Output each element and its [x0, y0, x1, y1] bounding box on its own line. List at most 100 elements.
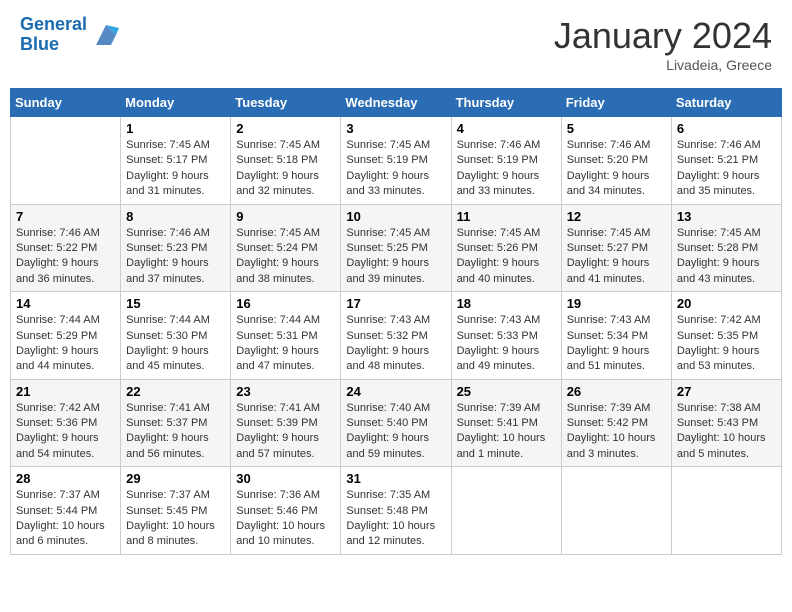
day-content: Sunrise: 7:45 AMSunset: 5:18 PMDaylight:…: [236, 138, 335, 200]
day-content: Sunrise: 7:45 AMSunset: 5:24 PMDaylight:…: [236, 226, 335, 288]
day-cell: 28Sunrise: 7:37 AMSunset: 5:44 PMDayligh…: [11, 467, 121, 555]
day-content: Sunrise: 7:42 AMSunset: 5:36 PMDaylight:…: [16, 401, 115, 463]
day-number: 1: [126, 121, 225, 136]
day-content: Sunrise: 7:46 AMSunset: 5:20 PMDaylight:…: [567, 138, 666, 200]
day-content: Sunrise: 7:45 AMSunset: 5:28 PMDaylight:…: [677, 226, 776, 288]
day-cell: [11, 117, 121, 205]
day-cell: 8 Sunrise: 7:46 AMSunset: 5:23 PMDaylight…: [121, 204, 231, 292]
day-cell: 24Sunrise: 7:40 AMSunset: 5:40 PMDayligh…: [341, 379, 451, 467]
day-number: 8: [126, 209, 225, 224]
day-content: Sunrise: 7:37 AMSunset: 5:45 PMDaylight:…: [126, 488, 225, 550]
title-block: January 2024 Livadeia, Greece: [554, 15, 772, 73]
day-number: 11: [457, 209, 556, 224]
day-content: Sunrise: 7:46 AMSunset: 5:21 PMDaylight:…: [677, 138, 776, 200]
day-cell: 4Sunrise: 7:46 AMSunset: 5:19 PMDaylight…: [451, 117, 561, 205]
day-content: Sunrise: 7:41 AMSunset: 5:39 PMDaylight:…: [236, 401, 335, 463]
header-monday: Monday: [121, 89, 231, 117]
day-content: Sunrise: 7:45 AMSunset: 5:26 PMDaylight:…: [457, 226, 556, 288]
day-cell: 1Sunrise: 7:45 AMSunset: 5:17 PMDaylight…: [121, 117, 231, 205]
day-cell: 17Sunrise: 7:43 AMSunset: 5:32 PMDayligh…: [341, 292, 451, 380]
header-thursday: Thursday: [451, 89, 561, 117]
day-content: Sunrise: 7:38 AMSunset: 5:43 PMDaylight:…: [677, 401, 776, 463]
day-number: 13: [677, 209, 776, 224]
day-number: 20: [677, 296, 776, 311]
day-number: 5: [567, 121, 666, 136]
day-number: 29: [126, 471, 225, 486]
day-cell: 20 Sunrise: 7:42 AMSunset: 5:35 PMDayligh…: [671, 292, 781, 380]
header-row: SundayMondayTuesdayWednesdayThursdayFrid…: [11, 89, 782, 117]
day-content: Sunrise: 7:36 AMSunset: 5:46 PMDaylight:…: [236, 488, 335, 550]
day-cell: 6 Sunrise: 7:46 AMSunset: 5:21 PMDaylight…: [671, 117, 781, 205]
day-cell: 12 Sunrise: 7:45 AMSunset: 5:27 PMDayligh…: [561, 204, 671, 292]
day-number: 14: [16, 296, 115, 311]
day-cell: 14 Sunrise: 7:44 AMSunset: 5:29 PMDayligh…: [11, 292, 121, 380]
day-content: Sunrise: 7:35 AMSunset: 5:48 PMDaylight:…: [346, 488, 445, 550]
day-cell: 7Sunrise: 7:46 AMSunset: 5:22 PMDaylight…: [11, 204, 121, 292]
day-cell: [451, 467, 561, 555]
day-content: Sunrise: 7:41 AMSunset: 5:37 PMDaylight:…: [126, 401, 225, 463]
week-row-5: 28Sunrise: 7:37 AMSunset: 5:44 PMDayligh…: [11, 467, 782, 555]
day-number: 26: [567, 384, 666, 399]
day-cell: 27 Sunrise: 7:38 AMSunset: 5:43 PMDayligh…: [671, 379, 781, 467]
day-number: 19: [567, 296, 666, 311]
day-number: 22: [126, 384, 225, 399]
day-number: 27: [677, 384, 776, 399]
day-cell: 30Sunrise: 7:36 AMSunset: 5:46 PMDayligh…: [231, 467, 341, 555]
day-content: Sunrise: 7:44 AMSunset: 5:29 PMDaylight:…: [16, 313, 115, 375]
header-sunday: Sunday: [11, 89, 121, 117]
day-cell: 18Sunrise: 7:43 AMSunset: 5:33 PMDayligh…: [451, 292, 561, 380]
day-cell: 9 Sunrise: 7:45 AMSunset: 5:24 PMDaylight…: [231, 204, 341, 292]
day-cell: 13 Sunrise: 7:45 AMSunset: 5:28 PMDayligh…: [671, 204, 781, 292]
day-cell: 3 Sunrise: 7:45 AMSunset: 5:19 PMDaylight…: [341, 117, 451, 205]
day-cell: 5 Sunrise: 7:46 AMSunset: 5:20 PMDaylight…: [561, 117, 671, 205]
day-content: Sunrise: 7:46 AMSunset: 5:23 PMDaylight:…: [126, 226, 225, 288]
day-content: Sunrise: 7:39 AMSunset: 5:41 PMDaylight:…: [457, 401, 556, 463]
day-content: Sunrise: 7:45 AMSunset: 5:27 PMDaylight:…: [567, 226, 666, 288]
day-number: 21: [16, 384, 115, 399]
day-number: 28: [16, 471, 115, 486]
day-number: 2: [236, 121, 335, 136]
day-cell: 22 Sunrise: 7:41 AMSunset: 5:37 PMDayligh…: [121, 379, 231, 467]
day-number: 10: [346, 209, 445, 224]
day-content: Sunrise: 7:43 AMSunset: 5:32 PMDaylight:…: [346, 313, 445, 375]
logo-general: General: [20, 14, 87, 34]
day-cell: 21 Sunrise: 7:42 AMSunset: 5:36 PMDayligh…: [11, 379, 121, 467]
logo-text: General Blue: [20, 15, 87, 55]
day-cell: 11 Sunrise: 7:45 AMSunset: 5:26 PMDayligh…: [451, 204, 561, 292]
day-number: 6: [677, 121, 776, 136]
week-row-2: 7Sunrise: 7:46 AMSunset: 5:22 PMDaylight…: [11, 204, 782, 292]
page-header: General Blue January 2024 Livadeia, Gree…: [10, 10, 782, 78]
day-cell: 19Sunrise: 7:43 AMSunset: 5:34 PMDayligh…: [561, 292, 671, 380]
day-cell: 2 Sunrise: 7:45 AMSunset: 5:18 PMDaylight…: [231, 117, 341, 205]
day-cell: 23 Sunrise: 7:41 AMSunset: 5:39 PMDayligh…: [231, 379, 341, 467]
day-content: Sunrise: 7:39 AMSunset: 5:42 PMDaylight:…: [567, 401, 666, 463]
month-title: January 2024: [554, 15, 772, 57]
day-number: 3: [346, 121, 445, 136]
day-cell: [561, 467, 671, 555]
header-tuesday: Tuesday: [231, 89, 341, 117]
week-row-1: 1Sunrise: 7:45 AMSunset: 5:17 PMDaylight…: [11, 117, 782, 205]
day-number: 23: [236, 384, 335, 399]
day-number: 25: [457, 384, 556, 399]
header-saturday: Saturday: [671, 89, 781, 117]
day-cell: [671, 467, 781, 555]
day-number: 12: [567, 209, 666, 224]
day-number: 16: [236, 296, 335, 311]
day-number: 9: [236, 209, 335, 224]
day-cell: 15Sunrise: 7:44 AMSunset: 5:30 PMDayligh…: [121, 292, 231, 380]
day-content: Sunrise: 7:44 AMSunset: 5:30 PMDaylight:…: [126, 313, 225, 375]
day-number: 24: [346, 384, 445, 399]
logo-blue: Blue: [20, 34, 59, 54]
day-number: 7: [16, 209, 115, 224]
day-cell: 29 Sunrise: 7:37 AMSunset: 5:45 PMDayligh…: [121, 467, 231, 555]
day-content: Sunrise: 7:45 AMSunset: 5:19 PMDaylight:…: [346, 138, 445, 200]
day-cell: 10Sunrise: 7:45 AMSunset: 5:25 PMDayligh…: [341, 204, 451, 292]
week-row-4: 21 Sunrise: 7:42 AMSunset: 5:36 PMDayligh…: [11, 379, 782, 467]
header-friday: Friday: [561, 89, 671, 117]
day-cell: 25 Sunrise: 7:39 AMSunset: 5:41 PMDayligh…: [451, 379, 561, 467]
day-content: Sunrise: 7:42 AMSunset: 5:35 PMDaylight:…: [677, 313, 776, 375]
week-row-3: 14 Sunrise: 7:44 AMSunset: 5:29 PMDayligh…: [11, 292, 782, 380]
calendar-table: SundayMondayTuesdayWednesdayThursdayFrid…: [10, 88, 782, 555]
location: Livadeia, Greece: [554, 57, 772, 73]
logo: General Blue: [20, 15, 121, 55]
